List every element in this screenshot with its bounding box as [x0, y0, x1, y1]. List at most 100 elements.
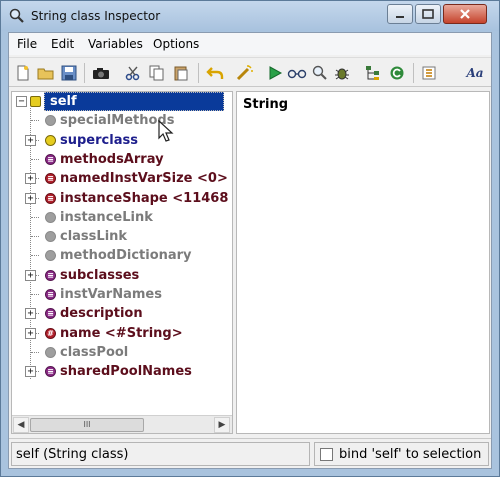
expand-icon[interactable]: +	[25, 327, 36, 339]
gray-variable-icon	[45, 250, 56, 262]
value-text: String	[243, 97, 289, 112]
horizontal-scrollbar[interactable]: ◀ III ▶	[12, 415, 232, 433]
expand-icon[interactable]: +	[25, 134, 36, 146]
tree-row[interactable]: + # name <#String>	[12, 324, 232, 343]
purple-variable-icon: ≡	[45, 269, 56, 281]
bug-icon[interactable]	[332, 63, 352, 83]
maximize-button[interactable]	[415, 4, 441, 24]
tree-row[interactable]: + ≡ instanceShape <11468	[12, 189, 232, 208]
bind-self-checkbox[interactable]	[320, 448, 333, 461]
scroll-right-icon[interactable]: ▶	[214, 417, 230, 433]
tree-label: description	[60, 306, 143, 322]
gray-variable-icon	[45, 115, 56, 127]
properties-icon[interactable]	[419, 63, 439, 83]
open-folder-icon[interactable]	[36, 63, 56, 83]
bind-self-option[interactable]: bind 'self' to selection	[314, 442, 489, 466]
tree-row[interactable]: + ≡ description	[12, 304, 232, 323]
bind-self-label: bind 'self' to selection	[339, 447, 482, 462]
tree-row[interactable]: + superclass	[12, 131, 232, 150]
expand-icon[interactable]: +	[25, 269, 36, 281]
tree-label: superclass	[60, 132, 138, 148]
tree-label: instVarNames	[60, 287, 162, 302]
tree-connector	[31, 351, 39, 353]
minimize-icon	[396, 16, 404, 18]
toolbar-separator	[84, 63, 85, 83]
search-icon[interactable]	[310, 63, 330, 83]
tree-label: sharedPoolNames	[60, 364, 192, 380]
close-icon	[460, 9, 470, 19]
tree-label: methodsArray	[60, 151, 164, 167]
tree-label: instanceLink	[60, 209, 153, 225]
gray-variable-icon	[45, 231, 56, 243]
minimize-button[interactable]	[387, 4, 413, 24]
scroll-thumb[interactable]: III	[30, 418, 144, 432]
wand-icon[interactable]	[235, 63, 255, 83]
copy-icon[interactable]	[147, 63, 167, 83]
tree-row[interactable]: + ≡ namedInstVarSize <0>	[12, 169, 232, 188]
tree-label: name <#String>	[60, 325, 183, 341]
tree-row[interactable]: ≡ instVarNames	[12, 285, 232, 304]
status-text: self (String class)	[16, 447, 129, 462]
tree-row-self[interactable]: − self	[12, 92, 232, 111]
new-document-icon[interactable]	[13, 63, 33, 83]
tree-connector	[31, 294, 39, 295]
tree-label: namedInstVarSize <0>	[60, 171, 228, 187]
status-bar: self (String class) bind 'self' to selec…	[9, 438, 491, 468]
menu-edit[interactable]: Edit	[51, 37, 74, 51]
tree-row[interactable]: ≡ methodsArray	[12, 150, 232, 169]
tree-row[interactable]: + ≡ sharedPoolNames	[12, 362, 232, 381]
menu-variables[interactable]: Variables	[88, 37, 143, 51]
title-bar[interactable]: String class Inspector	[1, 1, 499, 31]
expand-icon[interactable]: +	[25, 308, 36, 320]
tree-label: instanceShape <11468	[60, 190, 229, 206]
gray-variable-icon	[45, 346, 56, 358]
expand-icon[interactable]: +	[25, 366, 36, 378]
save-icon[interactable]	[59, 63, 79, 83]
tree-label: self	[50, 94, 77, 109]
red-variable-icon: ≡	[45, 192, 56, 204]
purple-variable-icon: ≡	[45, 153, 56, 165]
tree-row[interactable]: classPool	[12, 343, 232, 362]
close-button[interactable]	[443, 4, 487, 24]
tree-connector	[31, 158, 39, 160]
purple-variable-icon: ≡	[45, 289, 56, 300]
run-icon[interactable]	[265, 63, 285, 83]
collapse-icon[interactable]: −	[16, 96, 27, 107]
status-field: self (String class)	[11, 442, 310, 466]
variable-tree[interactable]: − self specialMethods + superclass ≡ methodsAr…	[11, 91, 233, 434]
window-title: String class Inspector	[31, 9, 161, 23]
expand-icon[interactable]: +	[25, 173, 36, 185]
yellow-variable-icon	[45, 134, 56, 146]
glasses-icon[interactable]	[287, 63, 307, 83]
tree-structure-icon[interactable]	[363, 63, 383, 83]
camera-icon[interactable]	[91, 63, 111, 83]
paste-icon[interactable]	[171, 63, 191, 83]
tree-row[interactable]: + ≡ subclasses	[12, 266, 232, 285]
tree-label: classLink	[60, 229, 128, 245]
scissors-icon[interactable]	[123, 63, 143, 83]
tree-row[interactable]: methodDictionary	[12, 246, 232, 265]
expand-icon[interactable]: +	[25, 192, 36, 204]
toolbar-separator	[413, 63, 414, 83]
purple-variable-icon: ≡	[45, 366, 56, 378]
tree-row[interactable]: specialMethods	[12, 111, 232, 130]
refresh-icon[interactable]	[387, 63, 407, 83]
scroll-left-icon[interactable]: ◀	[13, 417, 29, 433]
tree-row[interactable]: instanceLink	[12, 208, 232, 227]
tree-row[interactable]: classLink	[12, 227, 232, 246]
value-text-pane[interactable]: String	[236, 91, 490, 434]
purple-variable-icon: ≡	[45, 308, 56, 320]
menu-file[interactable]: File	[17, 37, 37, 51]
tree-connector	[31, 216, 39, 218]
undo-icon[interactable]	[205, 63, 225, 83]
tree-connector	[31, 120, 39, 122]
object-icon	[30, 96, 41, 107]
tree-label: methodDictionary	[60, 248, 192, 264]
inspector-window: String class Inspector File Edit Variabl…	[0, 0, 500, 477]
tree-label: classPool	[60, 344, 129, 360]
mouse-pointer-icon	[158, 119, 176, 147]
red-variable-icon: #	[45, 327, 56, 339]
menu-options[interactable]: Options	[153, 37, 199, 51]
font-icon[interactable]: Aa	[463, 63, 487, 83]
maximize-icon	[422, 9, 434, 19]
